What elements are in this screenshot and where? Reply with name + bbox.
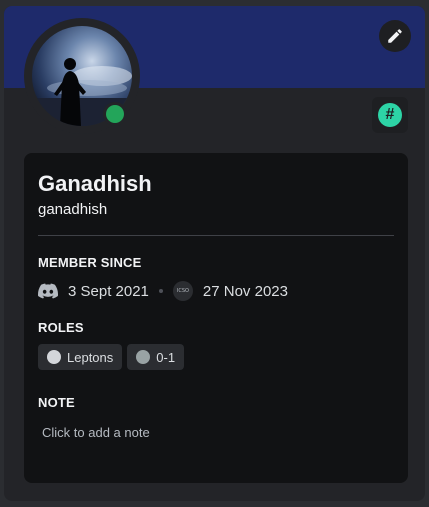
role-label: Leptons (67, 349, 114, 365)
server-join-date: 27 Nov 2023 (202, 282, 288, 300)
online-status-indicator (103, 102, 127, 126)
discord-join-date: 3 Sept 2021 (68, 282, 149, 300)
roles-list: Leptons 0-1 (38, 344, 185, 370)
divider (38, 235, 394, 236)
note-title: NOTE (38, 395, 75, 410)
pencil-icon (388, 29, 402, 43)
role-pill-leptons[interactable]: Leptons (38, 344, 123, 370)
role-color-dot (47, 350, 61, 364)
edit-profile-button[interactable] (379, 20, 411, 52)
avatar-wrapper[interactable] (24, 18, 140, 134)
hash-badge-button[interactable]: # (372, 97, 408, 133)
user-profile-popout: # Ganadhish ganadhish MEMBER SINCE 3 Sep… (4, 6, 425, 501)
role-color-dot (136, 350, 151, 364)
profile-info-card: Ganadhish ganadhish MEMBER SINCE 3 Sept … (24, 153, 408, 483)
hash-icon: # (378, 103, 402, 127)
username: ganadhish (38, 201, 108, 218)
roles-title: ROLES (38, 320, 84, 335)
role-label: 0-1 (156, 349, 176, 365)
discord-logo-icon (38, 283, 58, 299)
member-since-title: MEMBER SINCE (38, 255, 142, 270)
note-input[interactable]: Click to add a note (42, 425, 150, 440)
server-icon: ICSO (172, 281, 193, 301)
display-name: Ganadhish (38, 171, 152, 196)
separator-dot (158, 289, 163, 293)
role-pill-0-1[interactable]: 0-1 (127, 344, 185, 370)
member-since-row: 3 Sept 2021 ICSO 27 Nov 2023 (38, 280, 288, 302)
